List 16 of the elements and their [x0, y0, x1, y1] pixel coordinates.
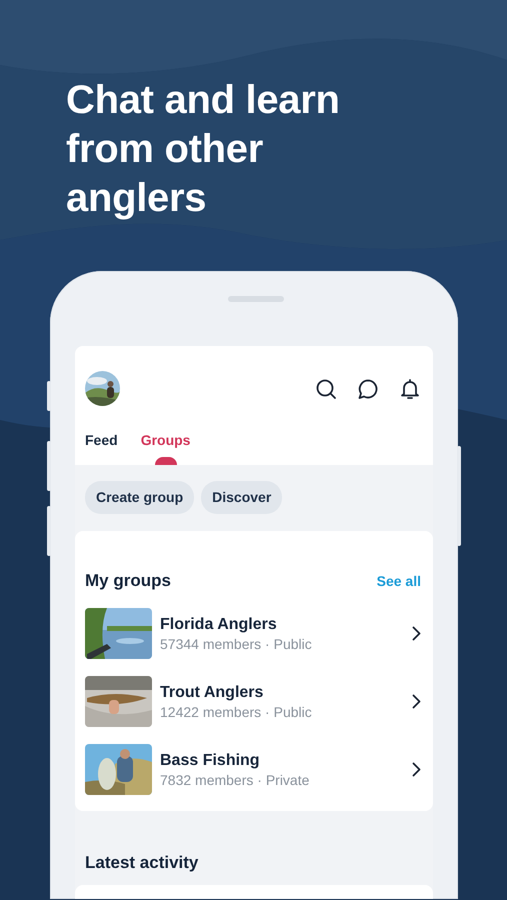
section-title: Latest activity: [85, 853, 200, 874]
group-meta: 12422 members · Public: [160, 702, 313, 720]
group-row[interactable]: Trout Anglers 12422 members · Public: [85, 676, 421, 727]
group-meta: 7832 members · Private: [160, 770, 310, 788]
headline: Chat and learn from other anglers: [66, 77, 341, 222]
tab[interactable]: Feed: [85, 430, 118, 465]
tab[interactable]: Groups: [140, 430, 190, 465]
group-meta: 57344 members · Public: [160, 634, 313, 652]
chip-button[interactable]: Discover: [201, 481, 282, 514]
section-title: My groups: [85, 571, 171, 592]
group-name: Bass Fishing: [160, 750, 261, 770]
group-name: Trout Anglers: [160, 682, 264, 702]
chip-button[interactable]: Create group: [85, 481, 194, 514]
group-row[interactable]: Florida Anglers 57344 members · Public: [85, 608, 421, 659]
group-name: Florida Anglers: [160, 614, 278, 634]
group-row[interactable]: Bass Fishing 7832 members · Private: [85, 744, 421, 795]
